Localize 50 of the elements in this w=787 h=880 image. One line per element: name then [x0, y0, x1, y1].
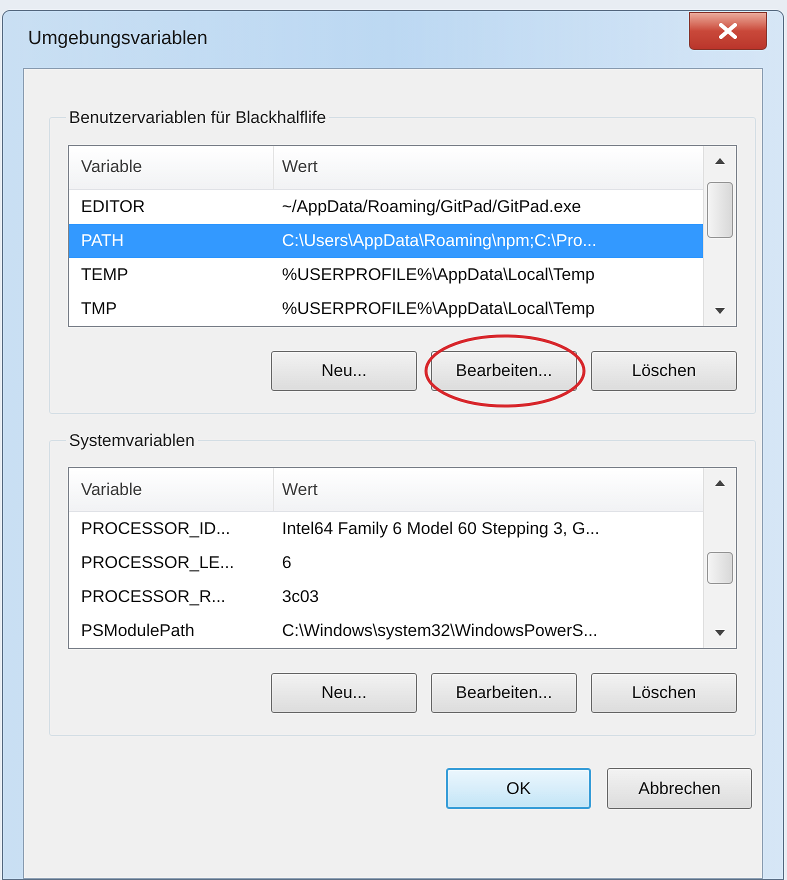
- column-header[interactable]: Wert: [274, 146, 703, 188]
- list-row[interactable]: PSModulePath C:\Windows\system32\WindowsPowerS...: [69, 614, 703, 648]
- variable-value: %USERPROFILE%\AppData\Local\Temp: [281, 298, 595, 320]
- close-icon: [719, 23, 737, 39]
- variable-name: PATH: [80, 230, 125, 252]
- variable-value: C:\Windows\system32\WindowsPowerS...: [281, 620, 598, 642]
- list-row[interactable]: TEMP %USERPROFILE%\AppData\Local\Temp: [69, 258, 703, 292]
- variable-name: PSModulePath: [80, 620, 196, 642]
- variable-value: C:\Users\AppData\Roaming\npm;C:\Pro...: [281, 230, 597, 252]
- list-row[interactable]: PROCESSOR_R... 3c03: [69, 580, 703, 614]
- close-button[interactable]: [689, 12, 767, 50]
- dialog-button[interactable]: Neu...: [271, 350, 417, 390]
- variables-list[interactable]: Variable Wert PROCESSOR_ID... Intel64 Family 6 Model 60 Stepping 3, G... PROCESSOR_LE... 6 PROCESSOR_R... 3c03 PSModulePath C:\Windows\system32\WindowsPowerS...: [68, 467, 737, 649]
- scrollbar[interactable]: [703, 468, 736, 648]
- column-header[interactable]: Variable: [69, 468, 274, 511]
- variable-name: PROCESSOR_R...: [80, 586, 227, 608]
- list-row[interactable]: PROCESSOR_LE... 6: [69, 546, 703, 580]
- scroll-thumb[interactable]: [707, 552, 733, 584]
- variable-value: 3c03: [281, 586, 319, 608]
- variable-name: TMP: [80, 298, 118, 320]
- scroll-up-icon[interactable]: [715, 480, 725, 486]
- scroll-down-icon[interactable]: [715, 630, 725, 636]
- dialog-button[interactable]: Bearbeiten...: [431, 673, 577, 713]
- group-title: Systemvariablen: [68, 430, 196, 452]
- scrollbar[interactable]: [703, 146, 736, 326]
- variables-list[interactable]: Variable Wert EDITOR ~/AppData/Roaming/GitPad/GitPad.exe PATH C:\Users\AppData\Roaming\npm;C:\Pro... TEMP %USERPROFILE%\AppData\Local\Temp TMP %USERPROFILE%\AppData\Local\Temp: [68, 144, 737, 326]
- scroll-down-icon[interactable]: [715, 308, 725, 314]
- variable-name: PROCESSOR_LE...: [80, 552, 236, 574]
- variable-value: Intel64 Family 6 Model 60 Stepping 3, G...: [281, 518, 600, 540]
- column-header[interactable]: Variable: [69, 146, 274, 188]
- dialog-button[interactable]: Löschen: [591, 350, 737, 390]
- dialog-button[interactable]: Neu...: [271, 673, 417, 713]
- scroll-up-icon[interactable]: [715, 158, 725, 164]
- dialog-button[interactable]: OK: [446, 768, 591, 809]
- variable-name: EDITOR: [80, 196, 146, 218]
- column-header[interactable]: Wert: [274, 468, 703, 511]
- variable-name: PROCESSOR_ID...: [80, 518, 232, 540]
- variable-value: 6: [281, 552, 292, 574]
- window-title: Umgebungsvariablen: [27, 27, 208, 52]
- dialog-button[interactable]: Bearbeiten...: [431, 350, 577, 390]
- scroll-thumb[interactable]: [707, 182, 733, 238]
- list-row[interactable]: PROCESSOR_ID... Intel64 Family 6 Model 60 Stepping 3, G...: [69, 512, 703, 546]
- variable-value: ~/AppData/Roaming/GitPad/GitPad.exe: [281, 196, 582, 218]
- dialog-button[interactable]: Abbrechen: [607, 768, 752, 809]
- variable-name: TEMP: [80, 264, 130, 286]
- list-row[interactable]: EDITOR ~/AppData/Roaming/GitPad/GitPad.exe: [69, 190, 703, 224]
- group-title: Benutzervariablen für Blackhalflife: [68, 107, 328, 129]
- variable-value: %USERPROFILE%\AppData\Local\Temp: [281, 264, 595, 286]
- list-row[interactable]: TMP %USERPROFILE%\AppData\Local\Temp: [69, 292, 703, 326]
- dialog-button[interactable]: Löschen: [591, 673, 737, 713]
